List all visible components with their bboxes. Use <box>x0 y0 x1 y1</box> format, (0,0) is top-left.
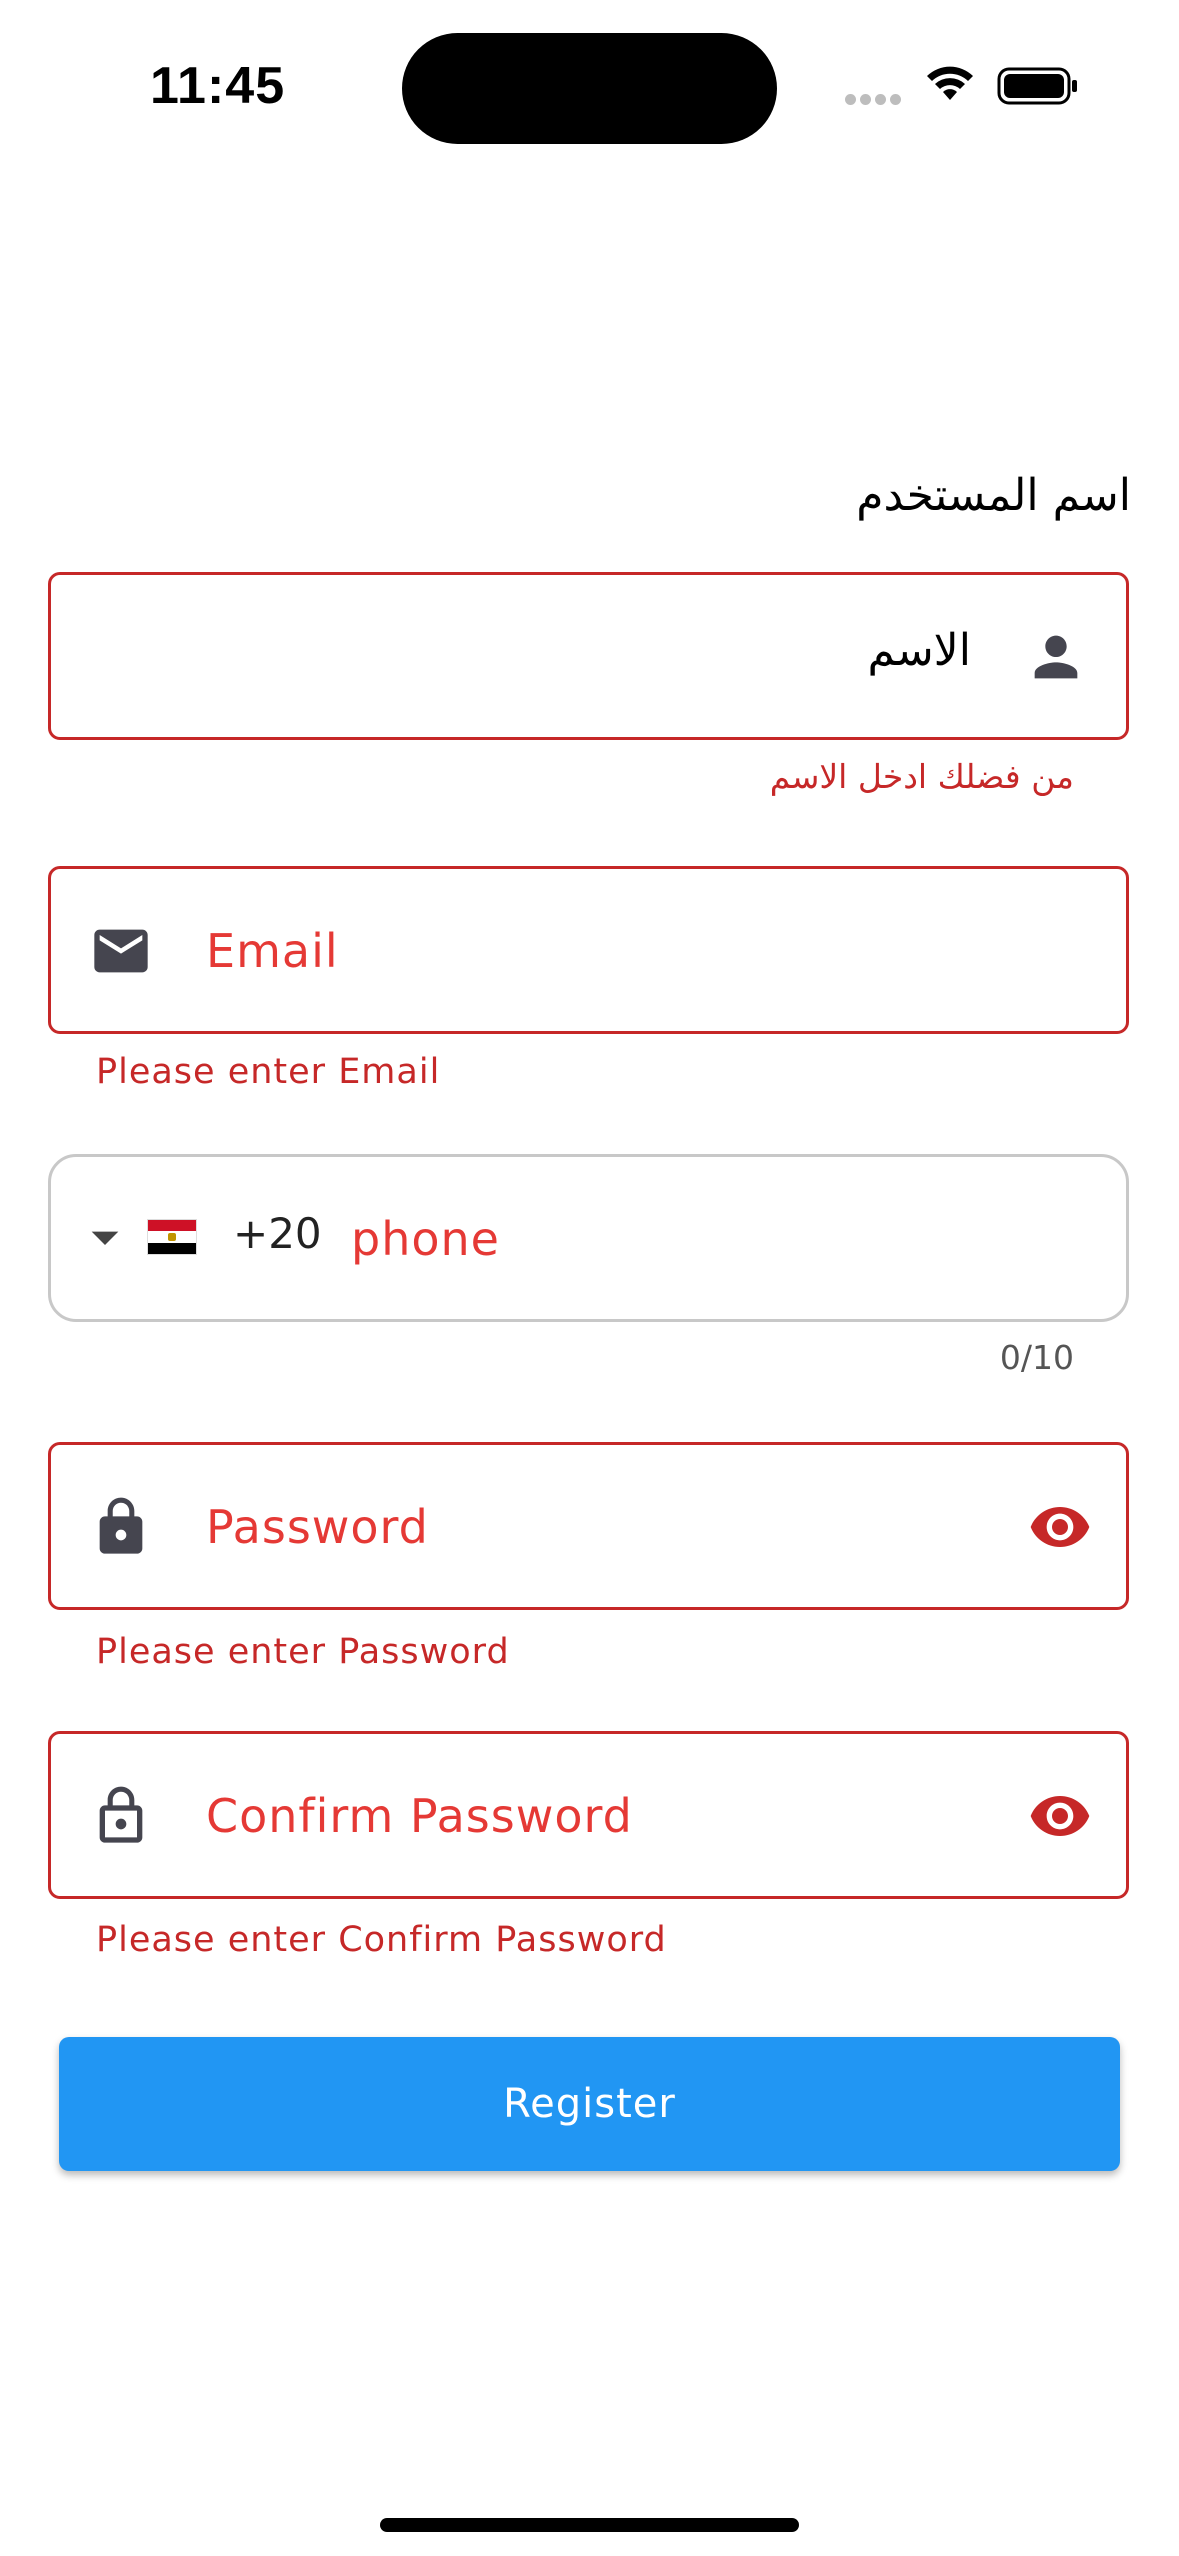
phone-char-counter: 0/10 <box>999 1338 1074 1377</box>
phone-field[interactable]: +20 phone <box>48 1154 1129 1322</box>
eye-icon[interactable] <box>1028 1784 1092 1848</box>
eye-icon[interactable] <box>1028 1495 1092 1559</box>
battery-icon <box>997 66 1079 106</box>
lock-outline-icon <box>89 1784 153 1848</box>
password-field[interactable]: Password <box>48 1442 1129 1610</box>
email-placeholder: Email <box>206 924 339 978</box>
password-placeholder: Password <box>206 1500 429 1554</box>
dynamic-island <box>402 33 777 144</box>
email-error: Please enter Email <box>96 1052 441 1092</box>
confirm-password-error: Please enter Confirm Password <box>96 1920 667 1960</box>
status-time: 11:45 <box>150 57 286 115</box>
username-label: اسم المستخدم <box>856 470 1131 521</box>
dial-code[interactable]: +20 <box>233 1209 322 1258</box>
cellular-signal-icon <box>845 90 907 106</box>
person-icon <box>1024 625 1088 689</box>
lock-icon <box>89 1495 153 1559</box>
mail-icon <box>89 919 153 983</box>
register-button[interactable]: Register <box>59 2037 1120 2171</box>
wifi-icon <box>924 64 976 104</box>
email-field[interactable]: Email <box>48 866 1129 1034</box>
password-error: Please enter Password <box>96 1632 510 1672</box>
name-error: من فضلك ادخل الاسم <box>769 757 1074 796</box>
name-field[interactable]: الاسم <box>48 572 1129 740</box>
egypt-flag-icon[interactable] <box>147 1219 197 1255</box>
home-indicator[interactable] <box>380 2518 799 2532</box>
confirm-password-placeholder: Confirm Password <box>206 1789 633 1843</box>
dropdown-arrow-icon[interactable] <box>73 1205 137 1269</box>
phone-placeholder: phone <box>351 1212 500 1266</box>
name-placeholder: الاسم <box>867 625 971 676</box>
confirm-password-field[interactable]: Confirm Password <box>48 1731 1129 1899</box>
